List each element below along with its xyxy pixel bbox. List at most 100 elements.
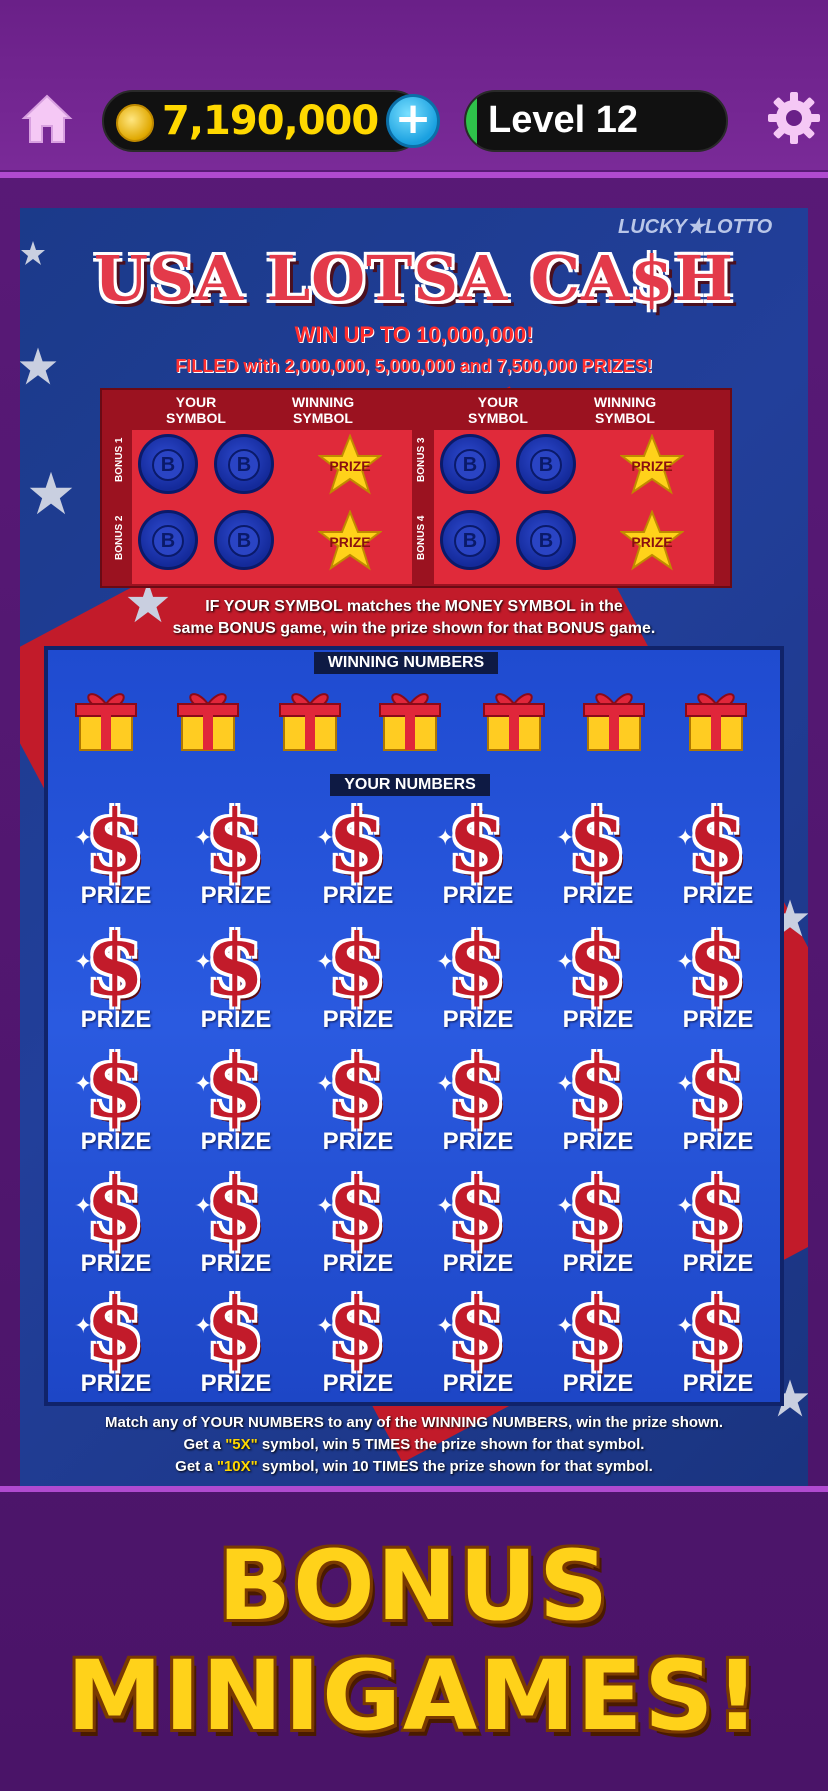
prize-label: PRIZE: [80, 1370, 152, 1397]
bonus-coin[interactable]: B: [138, 510, 198, 570]
sparkle-icon: ✦: [436, 950, 455, 975]
prize-label: PRIZE: [80, 882, 152, 909]
banner-line2: MINIGAMES!: [66, 1640, 762, 1752]
your-number-cell[interactable]: $ ✦ PRIZE: [668, 923, 768, 1036]
bonus-coin[interactable]: B: [516, 510, 576, 570]
your-number-cell[interactable]: $ ✦ PRIZE: [668, 1167, 768, 1280]
your-number-cell[interactable]: $ ✦ PRIZE: [668, 1045, 768, 1158]
your-number-cell[interactable]: $ ✦ PRIZE: [428, 923, 528, 1036]
sparkle-icon: ✦: [676, 950, 695, 975]
sparkle-icon: ✦: [436, 1314, 455, 1339]
coin-balance: 7,190,000: [102, 90, 424, 152]
numbers-panel: WINNING NUMBERS YOUR NUMBERS $ ✦ PRIZE $ ✦ PR…: [44, 646, 784, 1406]
your-number-cell[interactable]: $ ✦ PRIZE: [186, 1287, 286, 1400]
scratch-ticket[interactable]: LUCKY★LOTTO USA LOTSA CA$H WIN UP TO 10,…: [20, 208, 808, 1486]
bonus-row-label: BONUS 2: [114, 515, 125, 560]
bonus-row-label: BONUS 4: [416, 515, 427, 560]
bonus-coin[interactable]: B: [214, 510, 274, 570]
prize-star[interactable]: PRIZE: [619, 509, 685, 572]
prize-label: PRIZE: [200, 1006, 272, 1033]
prize-label: PRIZE: [682, 1250, 754, 1277]
add-coins-button[interactable]: +: [386, 94, 440, 148]
your-number-cell[interactable]: $ ✦ PRIZE: [548, 1167, 648, 1280]
your-number-cell[interactable]: $ ✦ PRIZE: [308, 923, 408, 1036]
bonus-coin[interactable]: B: [440, 434, 500, 494]
your-number-cell[interactable]: $ ✦ PRIZE: [308, 799, 408, 912]
prize-label: PRIZE: [329, 458, 371, 474]
prize-label: PRIZE: [682, 1370, 754, 1397]
settings-button[interactable]: [766, 90, 822, 146]
your-number-cell[interactable]: $ ✦ PRIZE: [428, 1045, 528, 1158]
your-number-cell[interactable]: $ ✦ PRIZE: [66, 1045, 166, 1158]
your-number-cell[interactable]: $ ✦ PRIZE: [66, 923, 166, 1036]
winning-number-gift[interactable]: [378, 686, 442, 752]
prize-label: PRIZE: [442, 882, 514, 909]
prize-label: PRIZE: [562, 1128, 634, 1155]
gear-icon: [768, 92, 820, 144]
gift-icon: [685, 693, 747, 751]
prize-label: PRIZE: [200, 882, 272, 909]
prize-star[interactable]: PRIZE: [317, 509, 383, 572]
bonus-row-label: BONUS 3: [416, 437, 427, 482]
coin-icon: [116, 104, 154, 142]
gift-icon: [177, 693, 239, 751]
sparkle-icon: ✦: [436, 826, 455, 851]
sparkle-icon: ✦: [194, 1072, 213, 1097]
your-number-cell[interactable]: $ ✦ PRIZE: [548, 923, 648, 1036]
your-number-cell[interactable]: $ ✦ PRIZE: [66, 1167, 166, 1280]
your-number-cell[interactable]: $ ✦ PRIZE: [548, 1045, 648, 1158]
your-number-cell[interactable]: $ ✦ PRIZE: [186, 923, 286, 1036]
winning-number-gift[interactable]: [278, 686, 342, 752]
bonus-coin[interactable]: B: [138, 434, 198, 494]
prize-label: PRIZE: [200, 1250, 272, 1277]
winning-number-gift[interactable]: [684, 686, 748, 752]
winning-symbol-header: WINNING SYMBOL: [291, 394, 355, 426]
your-number-cell[interactable]: $ ✦ PRIZE: [308, 1167, 408, 1280]
winning-number-gift[interactable]: [582, 686, 646, 752]
your-number-cell[interactable]: $ ✦ PRIZE: [308, 1045, 408, 1158]
prize-label: PRIZE: [329, 534, 371, 550]
bonus-rule-line1: IF YOUR SYMBOL matches the MONEY SYMBOL …: [205, 598, 623, 615]
your-number-cell[interactable]: $ ✦ PRIZE: [186, 1045, 286, 1158]
winning-number-gift[interactable]: [74, 686, 138, 752]
sparkle-icon: ✦: [74, 950, 93, 975]
prize-star[interactable]: PRIZE: [317, 433, 383, 496]
bonus-panel: YOUR SYMBOL WINNING SYMBOL YOUR SYMBOL W…: [100, 388, 732, 588]
ticket-subtitle: WIN UP TO 10,000,000!: [294, 322, 534, 347]
your-number-cell[interactable]: $ ✦ PRIZE: [428, 1287, 528, 1400]
prize-label: PRIZE: [322, 882, 394, 909]
sparkle-icon: ✦: [194, 1314, 213, 1339]
sparkle-icon: ✦: [194, 950, 213, 975]
your-number-cell[interactable]: $ ✦ PRIZE: [186, 1167, 286, 1280]
prize-label: PRIZE: [80, 1128, 152, 1155]
sparkle-icon: ✦: [556, 950, 575, 975]
prize-label: PRIZE: [200, 1128, 272, 1155]
prize-star[interactable]: PRIZE: [619, 433, 685, 496]
your-number-cell[interactable]: $ ✦ PRIZE: [428, 1167, 528, 1280]
bonus-coin[interactable]: B: [214, 434, 274, 494]
your-number-cell[interactable]: $ ✦ PRIZE: [548, 799, 648, 912]
your-number-cell[interactable]: $ ✦ PRIZE: [66, 799, 166, 912]
prize-label: PRIZE: [322, 1128, 394, 1155]
sparkle-icon: ✦: [436, 1072, 455, 1097]
winning-number-gift[interactable]: [176, 686, 240, 752]
your-number-cell[interactable]: $ ✦ PRIZE: [548, 1287, 648, 1400]
sparkle-icon: ✦: [436, 1194, 455, 1219]
your-symbol-header: YOUR SYMBOL: [166, 394, 226, 426]
sparkle-icon: ✦: [316, 1072, 335, 1097]
bonus-coin[interactable]: B: [440, 510, 500, 570]
bonus-row-label: BONUS 1: [114, 437, 125, 482]
your-number-cell[interactable]: $ ✦ PRIZE: [308, 1287, 408, 1400]
sparkle-icon: ✦: [556, 1072, 575, 1097]
bonus-coin[interactable]: B: [516, 434, 576, 494]
your-number-cell[interactable]: $ ✦ PRIZE: [668, 799, 768, 912]
sparkle-icon: ✦: [316, 1314, 335, 1339]
your-number-cell[interactable]: $ ✦ PRIZE: [66, 1287, 166, 1400]
home-button[interactable]: [20, 92, 74, 146]
bonus-box-left: B B PRIZE B B PRIZE: [132, 430, 412, 584]
your-number-cell[interactable]: $ ✦ PRIZE: [186, 799, 286, 912]
sparkle-icon: ✦: [316, 826, 335, 851]
winning-number-gift[interactable]: [482, 686, 546, 752]
your-number-cell[interactable]: $ ✦ PRIZE: [668, 1287, 768, 1400]
your-number-cell[interactable]: $ ✦ PRIZE: [428, 799, 528, 912]
